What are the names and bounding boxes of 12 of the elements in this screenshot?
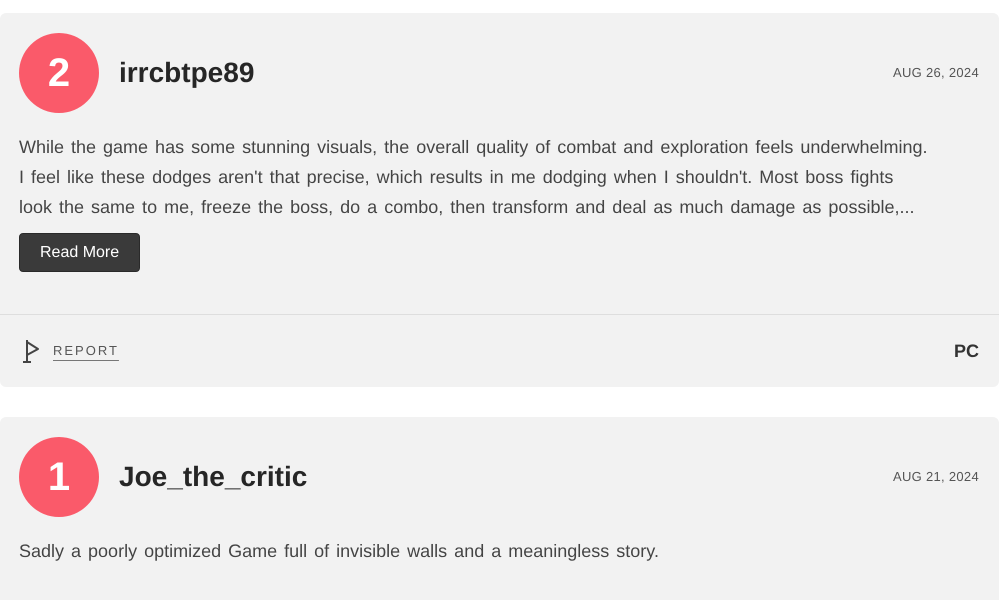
review-date: AUG 26, 2024 — [893, 64, 979, 82]
score-badge: 2 — [19, 33, 99, 113]
review-text: Sadly a poorly optimized Game full of invisible walls and a meaningless story. — [19, 540, 660, 563]
username: irrcbtpe89 — [119, 59, 254, 87]
review-date: AUG 21, 2024 — [893, 468, 979, 486]
review-text: While the game has some stunning visuals, the overall quality of combat and exploration feels underwhelming. I feel like these dodges aren't that precise, which results in me dodging when I shouldn't. Most boss fights look the same to me, freeze the boss, do a combo, then transform and deal as much damage as possible,... — [19, 136, 928, 219]
score-badge: 1 — [19, 437, 99, 517]
username: Joe_the_critic — [119, 463, 308, 491]
platform-label: PC — [954, 340, 979, 362]
flag-icon[interactable] — [22, 339, 40, 363]
report-link[interactable]: REPORT — [53, 341, 119, 361]
read-more-button[interactable]: Read More — [19, 233, 140, 272]
